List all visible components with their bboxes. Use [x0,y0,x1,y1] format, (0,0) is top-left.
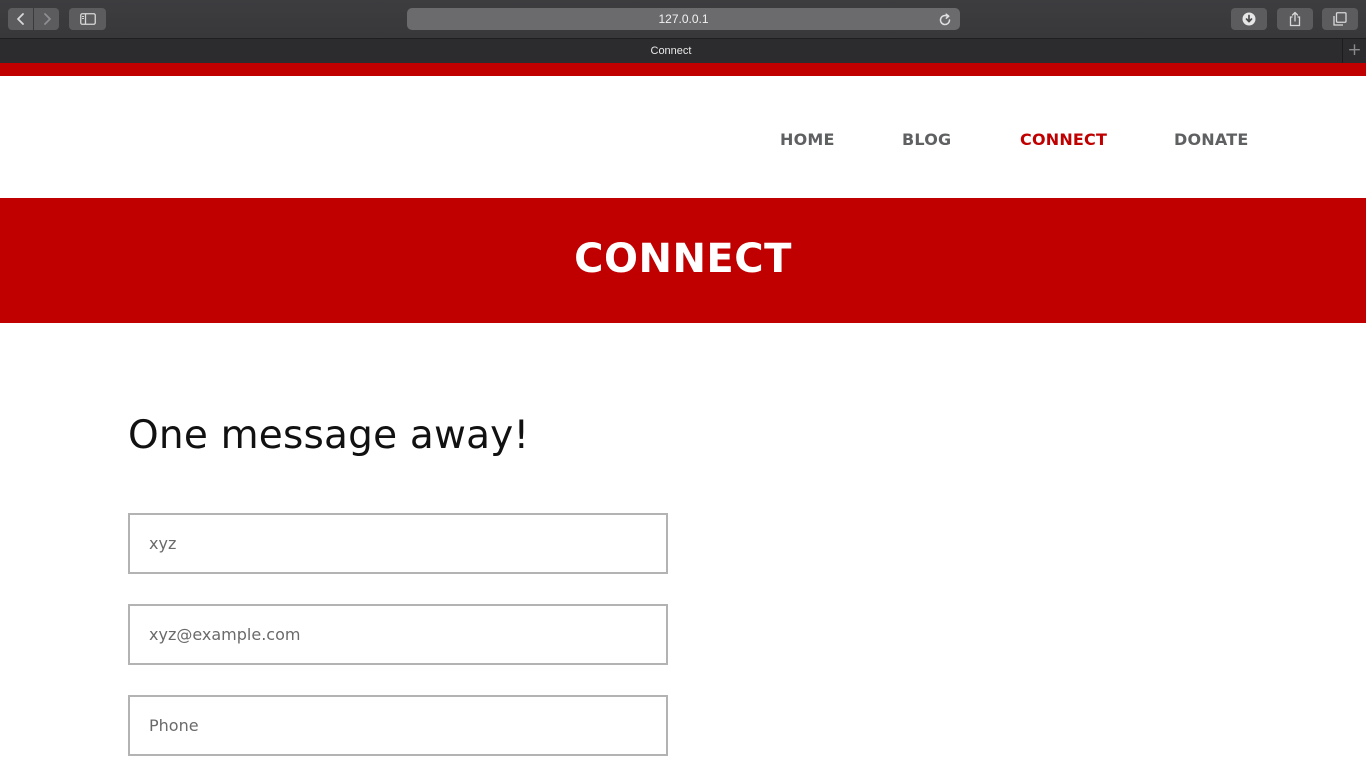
address-bar[interactable]: 127.0.0.1 [407,8,960,30]
form-heading: One message away! [128,413,530,458]
sidebar-button[interactable] [69,8,106,30]
tab-overview-button[interactable] [1322,8,1358,30]
browser-toolbar: 127.0.0.1 [0,0,1366,38]
nav-donate-link[interactable]: DONATE [1174,130,1248,149]
share-button[interactable] [1277,8,1313,30]
email-input[interactable] [128,604,668,665]
share-icon [1289,11,1301,27]
nav-connect-link[interactable]: CONNECT [1020,130,1107,149]
reload-button[interactable] [938,12,952,31]
back-button[interactable] [8,8,33,30]
address-url: 127.0.0.1 [658,12,709,26]
phone-input[interactable] [128,695,668,756]
page-banner: CONNECT [0,198,1366,323]
sidebar-icon [79,13,96,25]
nav-home-link[interactable]: HOME [780,130,835,149]
chevron-left-icon [16,13,24,25]
nav-blog-link[interactable]: BLOG [902,130,951,149]
top-accent-strip [0,63,1366,76]
page-title: CONNECT [574,236,792,282]
tab-overview-icon [1333,12,1347,26]
site-header: HOME BLOG CONNECT DONATE [0,76,1366,198]
downloads-button[interactable] [1231,8,1267,30]
forward-button[interactable] [34,8,59,30]
download-icon [1242,12,1256,26]
name-input[interactable] [128,513,668,574]
tab-connect[interactable]: Connect [0,39,1342,63]
chevron-right-icon [43,13,51,25]
history-nav [8,8,59,30]
reload-icon [939,13,951,26]
tab-bar: Connect + [0,38,1366,63]
new-tab-button[interactable]: + [1342,39,1366,63]
